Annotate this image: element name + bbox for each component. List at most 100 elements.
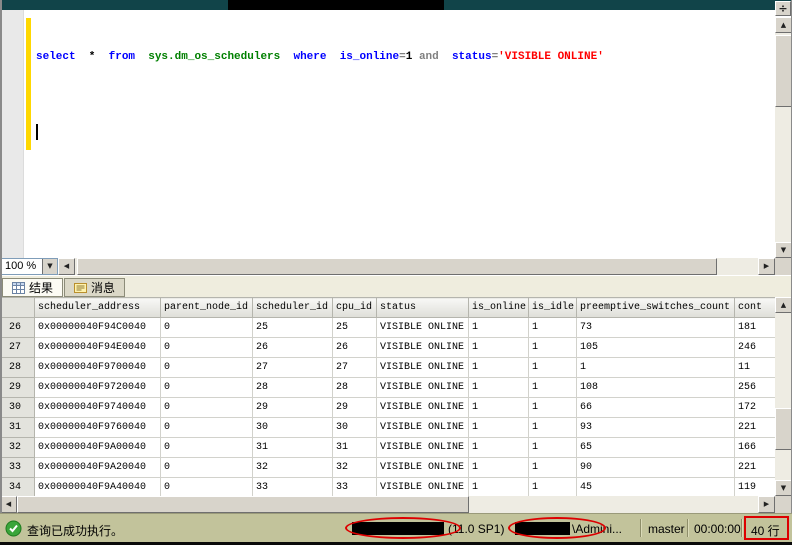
grid-cell[interactable]: 1 — [529, 398, 577, 418]
editor-scroll-down-button[interactable]: ▼ — [775, 242, 792, 258]
grid-cell[interactable]: 0 — [161, 458, 253, 478]
grid-vscrollbar[interactable]: ▲ ▼ — [775, 297, 792, 496]
grid-cell[interactable]: 0 — [161, 378, 253, 398]
row-header[interactable]: 26 — [1, 318, 35, 338]
grid-cell[interactable]: 27 — [333, 358, 377, 378]
grid-cell[interactable]: 1 — [469, 358, 529, 378]
grid-scroll-down-button[interactable]: ▼ — [775, 480, 792, 496]
grid-cell[interactable]: 0 — [161, 438, 253, 458]
grid-cell[interactable]: 25 — [333, 318, 377, 338]
grid-cell[interactable]: 93 — [577, 418, 735, 438]
column-header-parent_node_id[interactable]: parent_node_id — [161, 298, 253, 318]
grid-cell[interactable]: 73 — [577, 318, 735, 338]
grid-cell[interactable]: 65 — [577, 438, 735, 458]
grid-cell[interactable]: 221 — [735, 458, 776, 478]
column-header-cpu_id[interactable]: cpu_id — [333, 298, 377, 318]
grid-cell[interactable]: VISIBLE ONLINE — [377, 438, 469, 458]
grid-cell[interactable]: 31 — [253, 438, 333, 458]
grid-cell[interactable]: 246 — [735, 338, 776, 358]
grid-cell[interactable]: 32 — [253, 458, 333, 478]
grid-cell[interactable]: 32 — [333, 458, 377, 478]
grid-cell[interactable]: 1 — [529, 478, 577, 497]
grid-scroll-up-button[interactable]: ▲ — [775, 297, 792, 313]
grid-cell[interactable]: 0 — [161, 318, 253, 338]
column-header-scheduler_id[interactable]: scheduler_id — [253, 298, 333, 318]
grid-cell[interactable]: 1 — [469, 318, 529, 338]
grid-hscrollbar[interactable]: ◀ ▶ — [0, 496, 792, 513]
column-header-preemptive_switches_count[interactable]: preemptive_switches_count — [577, 298, 735, 318]
grid-cell[interactable]: VISIBLE ONLINE — [377, 458, 469, 478]
grid-cell[interactable]: 0x00000040F9740040 — [35, 398, 161, 418]
tab-messages[interactable]: 消息 — [64, 278, 125, 297]
grid-cell[interactable]: 1 — [529, 338, 577, 358]
column-header-status[interactable]: status — [377, 298, 469, 318]
grid-cell[interactable]: 181 — [735, 318, 776, 338]
grid-cell[interactable]: 105 — [577, 338, 735, 358]
grid-cell[interactable]: 0x00000040F9A20040 — [35, 458, 161, 478]
column-header-scheduler_address[interactable]: scheduler_address — [35, 298, 161, 318]
editor-splitter-handle[interactable]: ÷ — [775, 1, 791, 16]
grid-cell[interactable]: 0x00000040F9700040 — [35, 358, 161, 378]
grid-cell[interactable]: 1 — [469, 478, 529, 497]
row-header[interactable]: 29 — [1, 378, 35, 398]
column-header-cont[interactable]: cont — [735, 298, 776, 318]
grid-cell[interactable]: 0x00000040F9A00040 — [35, 438, 161, 458]
zoom-selector[interactable]: 100 % ▼ — [0, 258, 58, 275]
grid-cell[interactable]: 1 — [469, 418, 529, 438]
grid-hscroll-track[interactable] — [17, 496, 758, 513]
grid-cell[interactable]: 0x00000040F9760040 — [35, 418, 161, 438]
grid-cell[interactable]: 0x00000040F94E0040 — [35, 338, 161, 358]
grid-corner-cell[interactable] — [1, 298, 35, 318]
grid-cell[interactable]: 0x00000040F9720040 — [35, 378, 161, 398]
editor-vscroll-thumb[interactable] — [775, 35, 792, 107]
grid-cell[interactable]: 0 — [161, 418, 253, 438]
grid-cell[interactable]: 30 — [253, 418, 333, 438]
grid-cell[interactable]: 31 — [333, 438, 377, 458]
row-header[interactable]: 31 — [1, 418, 35, 438]
grid-scroll-left-button[interactable]: ◀ — [0, 496, 17, 513]
grid-cell[interactable]: 1 — [529, 458, 577, 478]
grid-cell[interactable]: 1 — [529, 378, 577, 398]
grid-cell[interactable]: 0 — [161, 398, 253, 418]
grid-cell[interactable]: 0x00000040F9A40040 — [35, 478, 161, 497]
editor-hscroll-track[interactable] — [75, 258, 758, 275]
grid-vscroll-track[interactable] — [775, 313, 792, 480]
grid-cell[interactable]: 26 — [333, 338, 377, 358]
grid-cell[interactable]: 1 — [469, 398, 529, 418]
zoom-dropdown-icon[interactable]: ▼ — [42, 259, 57, 274]
grid-cell[interactable]: VISIBLE ONLINE — [377, 398, 469, 418]
grid-cell[interactable]: 66 — [577, 398, 735, 418]
grid-cell[interactable]: 29 — [253, 398, 333, 418]
grid-cell[interactable]: 1 — [529, 318, 577, 338]
grid-cell[interactable]: 108 — [577, 378, 735, 398]
row-header[interactable]: 27 — [1, 338, 35, 358]
grid-cell[interactable]: 1 — [469, 378, 529, 398]
grid-cell[interactable]: VISIBLE ONLINE — [377, 378, 469, 398]
column-header-is_idle[interactable]: is_idle — [529, 298, 577, 318]
grid-cell[interactable]: VISIBLE ONLINE — [377, 478, 469, 497]
grid-cell[interactable]: 26 — [253, 338, 333, 358]
grid-cell[interactable]: 221 — [735, 418, 776, 438]
grid-cell[interactable]: 45 — [577, 478, 735, 497]
editor-vscrollbar[interactable]: ▲ ▼ — [775, 17, 792, 258]
column-header-is_online[interactable]: is_online — [469, 298, 529, 318]
row-header[interactable]: 30 — [1, 398, 35, 418]
grid-cell[interactable]: 29 — [333, 398, 377, 418]
grid-cell[interactable]: 90 — [577, 458, 735, 478]
grid-cell[interactable]: 1 — [529, 418, 577, 438]
editor-scroll-up-button[interactable]: ▲ — [775, 17, 792, 33]
grid-cell[interactable]: 30 — [333, 418, 377, 438]
grid-cell[interactable]: 33 — [333, 478, 377, 497]
grid-cell[interactable]: 28 — [333, 378, 377, 398]
grid-cell[interactable]: 1 — [529, 438, 577, 458]
row-header[interactable]: 28 — [1, 358, 35, 378]
grid-cell[interactable]: 1 — [469, 458, 529, 478]
grid-cell[interactable]: 172 — [735, 398, 776, 418]
grid-cell[interactable]: VISIBLE ONLINE — [377, 358, 469, 378]
grid-cell[interactable]: 25 — [253, 318, 333, 338]
grid-cell[interactable]: 0x00000040F94C0040 — [35, 318, 161, 338]
grid-scroll-right-button[interactable]: ▶ — [758, 496, 775, 513]
grid-cell[interactable]: 0 — [161, 478, 253, 497]
grid-cell[interactable]: 11 — [735, 358, 776, 378]
grid-cell[interactable]: 33 — [253, 478, 333, 497]
